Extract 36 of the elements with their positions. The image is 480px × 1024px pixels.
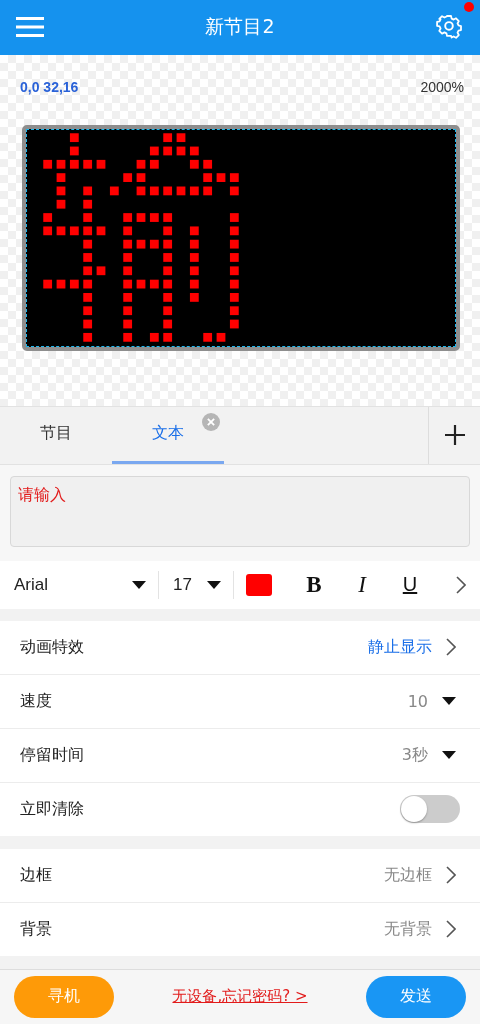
zoom-label: 2000% — [420, 79, 464, 95]
text-input-field[interactable]: 请输入 — [10, 475, 470, 547]
caret-icon — [207, 580, 221, 589]
setting-value[interactable]: 无边框 — [384, 865, 432, 886]
plus-icon — [444, 425, 465, 446]
settings-icon[interactable] — [436, 14, 462, 41]
font-dropdown[interactable]: Arial — [14, 574, 146, 595]
toggle-switch[interactable] — [400, 795, 460, 824]
text-style-button[interactable]: B — [290, 571, 338, 598]
setting-label: 动画特效 — [20, 637, 84, 658]
setting-label: 速度 — [20, 691, 52, 712]
setting-label: 边框 — [20, 865, 52, 886]
help-link[interactable]: 无设备,忘记密码? > — [172, 987, 308, 1007]
dropdown-arrow-icon[interactable] — [442, 751, 456, 760]
coordinates-label: 0,0 32,16 — [20, 79, 79, 95]
setting-value[interactable]: 3秒 — [401, 745, 428, 766]
text-style-button[interactable]: U — [386, 573, 434, 597]
chevron-right-icon[interactable] — [446, 920, 456, 939]
setting-value[interactable]: 10 — [407, 692, 428, 711]
send-button[interactable]: 发送 — [366, 976, 466, 1018]
page-title: 新节目2 — [205, 14, 275, 40]
setting-label: 立即清除 — [20, 799, 84, 820]
setting-label: 背景 — [20, 919, 52, 940]
setting-value[interactable]: 静止显示 — [368, 637, 432, 658]
chevron-right-icon[interactable] — [456, 575, 466, 594]
tab[interactable]: 节目 — [0, 406, 112, 464]
chevron-right-icon[interactable] — [446, 638, 456, 657]
setting-value[interactable]: 无背景 — [384, 919, 432, 940]
font-size-dropdown[interactable]: 17 — [173, 574, 221, 595]
menu-icon[interactable] — [16, 16, 44, 39]
caret-icon — [132, 580, 146, 589]
text-style-button[interactable]: I — [338, 571, 386, 598]
setting-label: 停留时间 — [20, 745, 84, 766]
color-swatch[interactable] — [246, 573, 272, 596]
dropdown-arrow-icon[interactable] — [442, 697, 456, 706]
chevron-right-icon[interactable] — [446, 866, 456, 885]
